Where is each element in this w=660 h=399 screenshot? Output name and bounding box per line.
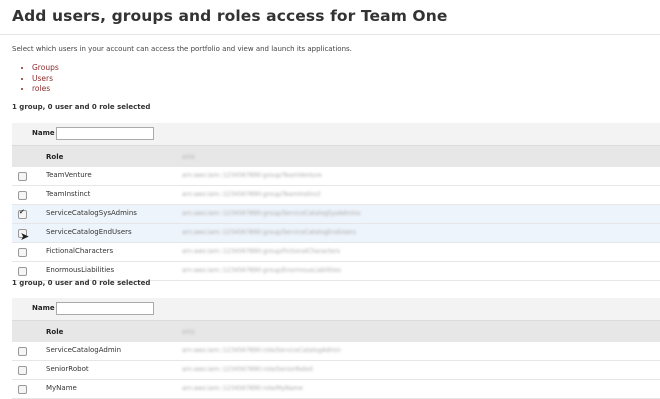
page-title: Add users, groups and roles access for T… [12, 7, 448, 25]
title-divider [0, 34, 660, 35]
row-checkbox[interactable] [18, 385, 27, 394]
role-name: ServiceCatalogEndUsers [46, 228, 132, 236]
row-checkbox[interactable] [18, 366, 27, 375]
role-name: TeamVenture [46, 171, 92, 179]
arn-column-header: ARN [182, 154, 195, 161]
role-arn-redacted: arn:aws:iam::1234567890:role/MyName [182, 385, 303, 392]
arn-column-header: ARN [182, 329, 195, 336]
table-row[interactable]: ServiceCatalogEndUsers arn:aws:iam::1234… [12, 224, 660, 243]
table-row[interactable]: TeamVenture arn:aws:iam::1234567890:grou… [12, 167, 660, 186]
role-arn-redacted: arn:aws:iam::1234567890:group/FictionalC… [182, 248, 341, 255]
row-checkbox[interactable] [18, 172, 27, 181]
role-arn-redacted: arn:aws:iam::1234567890:role/SeniorRobot [182, 366, 313, 373]
role-name: TeamInstinct [46, 190, 91, 198]
role-name: EnormousLiabilities [46, 266, 115, 274]
table-header: Role ARN [12, 145, 660, 169]
filter-row: Name [12, 123, 660, 145]
page-description: Select which users in your account can a… [12, 45, 352, 53]
role-arn-redacted: arn:aws:iam::1234567890:group/TeamVentur… [182, 172, 322, 179]
table-row[interactable]: ServiceCatalogAdmin arn:aws:iam::1234567… [12, 342, 660, 361]
table-header: Role ARN [12, 320, 660, 344]
row-checkbox[interactable] [18, 347, 27, 356]
selection-summary: 1 group, 0 user and 0 role selected [12, 103, 151, 111]
row-checkbox[interactable] [18, 208, 27, 219]
name-filter-label: Name [32, 129, 55, 137]
role-column-header: Role [46, 153, 64, 161]
table-row[interactable]: TeamInstinct arn:aws:iam::1234567890:gro… [12, 186, 660, 205]
role-arn-redacted: arn:aws:iam::1234567890:role/ServiceCata… [182, 347, 341, 354]
role-name: SeniorRobot [46, 365, 89, 373]
table-row[interactable]: MyName arn:aws:iam::1234567890:role/MyNa… [12, 380, 660, 399]
role-name: MyName [46, 384, 77, 392]
role-arn-redacted: arn:aws:iam::1234567890:group/EnormousLi… [182, 267, 341, 274]
roles-link[interactable]: roles [32, 84, 50, 93]
mouse-cursor-icon: ➤ [20, 230, 30, 243]
row-checkbox[interactable] [18, 191, 27, 200]
role-name: FictionalCharacters [46, 247, 114, 255]
section-links: Groups Users roles [22, 63, 59, 95]
table-row[interactable]: FictionalCharacters arn:aws:iam::1234567… [12, 243, 660, 262]
filter-row: Name [12, 298, 660, 320]
roles-table-2: Name Role ARN ServiceCatalogAdmin arn:aw… [12, 298, 660, 399]
row-checkbox[interactable] [18, 267, 27, 276]
groups-link[interactable]: Groups [32, 63, 59, 72]
role-arn-redacted: arn:aws:iam::1234567890:group/ServiceCat… [182, 229, 356, 236]
users-link[interactable]: Users [32, 74, 53, 83]
table-row[interactable]: ServiceCatalogSysAdmins arn:aws:iam::123… [12, 205, 660, 224]
role-arn-redacted: arn:aws:iam::1234567890:group/TeamInstin… [182, 191, 321, 198]
selection-summary: 1 group, 0 user and 0 role selected [12, 279, 151, 287]
row-checkbox[interactable] [18, 248, 27, 257]
name-filter-input[interactable] [56, 127, 154, 140]
role-arn-redacted: arn:aws:iam::1234567890:group/ServiceCat… [182, 210, 361, 217]
role-name: ServiceCatalogSysAdmins [46, 209, 137, 217]
roles-table-1: Name Role ARN TeamVenture arn:aws:iam::1… [12, 123, 660, 281]
role-name: ServiceCatalogAdmin [46, 346, 122, 354]
role-column-header: Role [46, 328, 64, 336]
table-row[interactable]: SeniorRobot arn:aws:iam::1234567890:role… [12, 361, 660, 380]
name-filter-input[interactable] [56, 302, 154, 315]
name-filter-label: Name [32, 304, 55, 312]
